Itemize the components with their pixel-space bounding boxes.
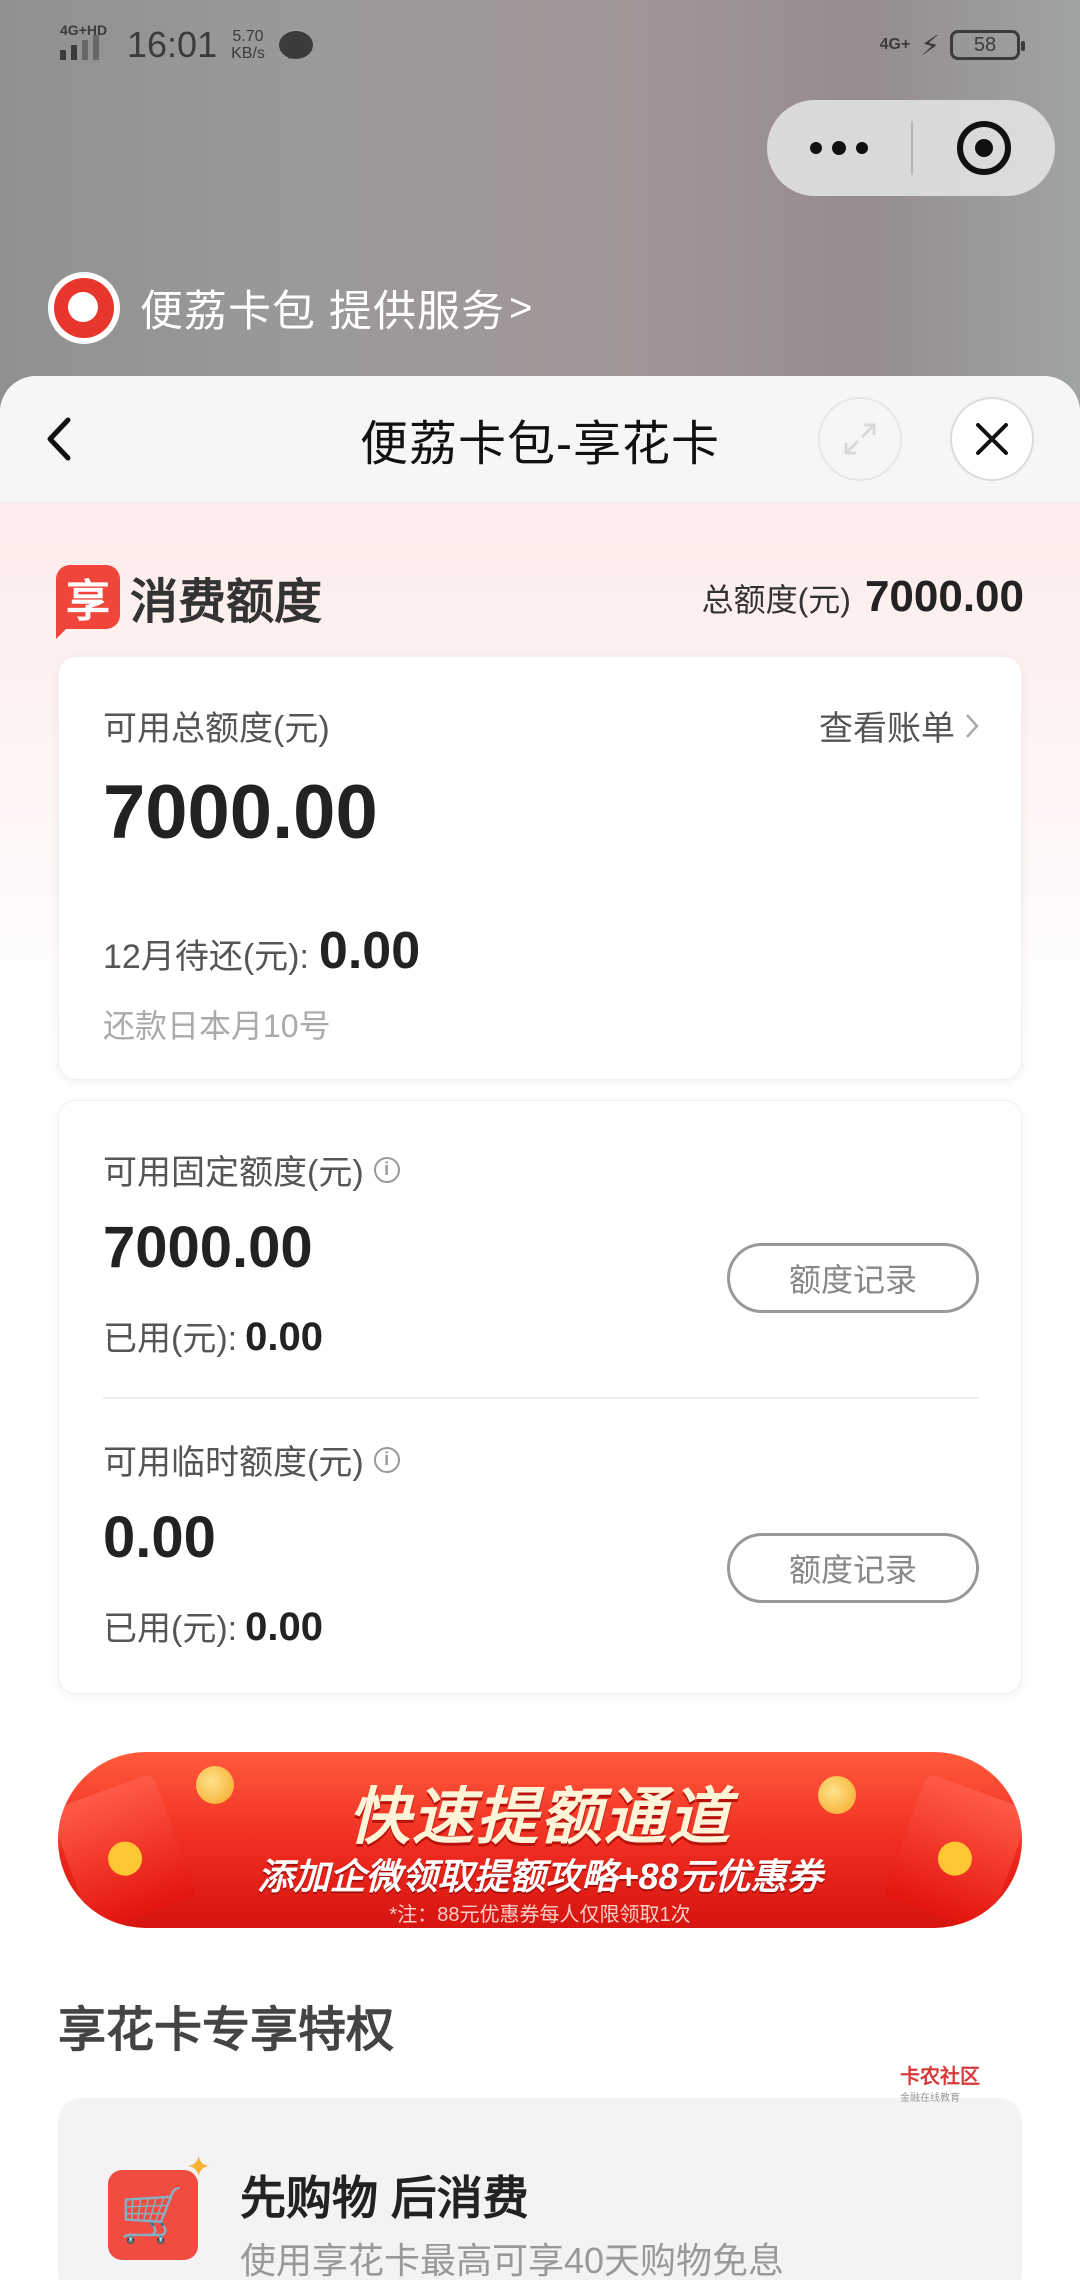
due-row: 12月待还(元): 0.00 — [103, 921, 420, 981]
sparkle-icon: ✦ — [186, 2151, 212, 2184]
fixed-quota-record-button[interactable]: 额度记录 — [727, 1243, 979, 1313]
service-provider[interactable]: 便荔卡包 提供服务 > — [48, 272, 532, 344]
network-speed: 5.70 KB/s — [231, 28, 265, 62]
banner-title: 快速提额通道 — [347, 1783, 732, 1852]
expand-icon — [844, 423, 876, 455]
privileges-title: 享花卡专享特权 — [58, 2004, 395, 2057]
exit-miniprogram-button[interactable] — [913, 121, 1055, 175]
due-label: 12月待还(元): — [103, 938, 309, 976]
status-bar: 4G+HD 16:01 5.70 KB/s 4G+ ⚡ 58 — [0, 0, 1080, 90]
fixed-quota-label-row: 可用固定额度(元) i — [103, 1145, 979, 1194]
temporary-quota-section: 可用临时额度(元) i 0.00 已用(元): 0.00 额度记录 — [103, 1435, 979, 1650]
provider-text: 便荔卡包 提供服务 — [140, 288, 505, 336]
status-right: 4G+ ⚡ 58 — [879, 29, 1025, 62]
view-bill-link[interactable]: 查看账单 — [819, 701, 981, 750]
available-quota-card: 可用总额度(元) 查看账单 7000.00 12月待还(元): 0.00 还款日… — [58, 656, 1022, 1080]
temporary-quota-record-button[interactable]: 额度记录 — [727, 1533, 979, 1603]
due-value: 0.00 — [318, 922, 421, 980]
page-title: 便荔卡包-享花卡 — [360, 418, 720, 471]
available-value: 7000.00 — [103, 770, 378, 855]
total-quota: 总额度(元) 7000.00 — [702, 572, 1024, 622]
target-icon — [957, 121, 1011, 175]
speed-value: 5.70 — [232, 28, 264, 45]
provider-logo — [48, 272, 120, 344]
fixed-quota-section: 可用固定额度(元) i 7000.00 已用(元): 0.00 额度记录 — [103, 1145, 979, 1360]
fixed-quota-label: 可用固定额度(元) — [103, 1154, 364, 1192]
bottom-sheet: 便荔卡包-享花卡 享 消费额度 总额度(元) 7000.00 可用总额度(元) … — [0, 376, 1080, 2280]
quota-title: 消费额度 — [130, 576, 323, 629]
battery-icon: 58 — [950, 30, 1025, 60]
banner-note: *注：88元优惠券每人仅限领取1次 — [389, 1904, 691, 1926]
signal-icon: 4G+HD — [60, 22, 107, 60]
content: 享 消费额度 总额度(元) 7000.00 可用总额度(元) 查看账单 7000… — [0, 502, 1080, 2280]
miniprogram-capsule — [767, 100, 1055, 196]
clock: 16:01 — [127, 24, 218, 65]
temporary-used-value: 0.00 — [245, 1605, 323, 1649]
total-quota-label: 总额度(元) — [701, 582, 851, 618]
temporary-quota-label-row: 可用临时额度(元) i — [103, 1435, 979, 1484]
privilege-desc: 使用享花卡最高可享40天购物免息 — [240, 2240, 785, 2280]
chevron-right-icon: > — [508, 285, 533, 330]
watermark-name: 卡农社区 — [900, 2066, 980, 2088]
fixed-used-value: 0.00 — [245, 1315, 323, 1359]
privilege-item[interactable]: 🛒 ✦ 先购物 后消费 使用享花卡最高可享40天购物免息 — [58, 2098, 1022, 2280]
dot-icon — [810, 141, 822, 154]
chevron-left-icon — [47, 417, 71, 461]
dot-icon — [856, 141, 868, 154]
shopping-cart-icon: 🛒 — [108, 2170, 198, 2260]
info-icon[interactable]: i — [373, 1156, 400, 1183]
temporary-used-label: 已用(元): — [103, 1610, 238, 1648]
banner-subtitle: 添加企微领取提额攻略+88元优惠券 — [257, 1856, 823, 1897]
watermark-logo: 卡农社区 金融在线教育 — [900, 2060, 980, 2104]
quota-header: 享 消费额度 总额度(元) 7000.00 — [56, 562, 1024, 639]
temporary-quota-label: 可用临时额度(元) — [103, 1444, 364, 1482]
fixed-used-row: 已用(元): 0.00 — [103, 1311, 979, 1360]
nav-bar: 便荔卡包-享花卡 — [0, 376, 1080, 502]
watermark-sub: 金融在线教育 — [900, 2093, 960, 2104]
dot-icon — [832, 140, 846, 155]
close-icon — [976, 423, 1008, 455]
more-menu-button[interactable] — [767, 140, 911, 155]
total-quota-value: 7000.00 — [864, 572, 1024, 621]
info-icon[interactable]: i — [373, 1446, 400, 1473]
speed-unit: KB/s — [231, 45, 265, 62]
charging-icon: ⚡ — [920, 29, 940, 61]
message-icon — [278, 31, 313, 59]
divider — [103, 1397, 979, 1399]
network-type-right: 4G+ — [879, 36, 911, 53]
close-button[interactable] — [950, 397, 1034, 481]
back-button[interactable] — [40, 414, 80, 464]
fixed-used-label: 已用(元): — [103, 1320, 238, 1358]
quota-detail-card: 可用固定额度(元) i 7000.00 已用(元): 0.00 额度记录 可用临… — [58, 1100, 1022, 1694]
quota-increase-banner[interactable]: 快速提额通道 添加企微领取提额攻略+88元优惠券 *注：88元优惠券每人仅限领取… — [58, 1752, 1022, 1928]
temporary-used-row: 已用(元): 0.00 — [103, 1601, 979, 1650]
network-type: 4G+HD — [60, 22, 108, 38]
repay-note: 还款日本月10号 — [103, 1008, 331, 1044]
view-bill-label: 查看账单 — [819, 710, 955, 748]
xiang-badge-icon: 享 — [56, 565, 120, 639]
available-label: 可用总额度(元) — [103, 710, 330, 748]
expand-button[interactable] — [818, 397, 902, 481]
privilege-name: 先购物 后消费 — [240, 2172, 529, 2224]
chevron-right-icon — [966, 713, 979, 738]
